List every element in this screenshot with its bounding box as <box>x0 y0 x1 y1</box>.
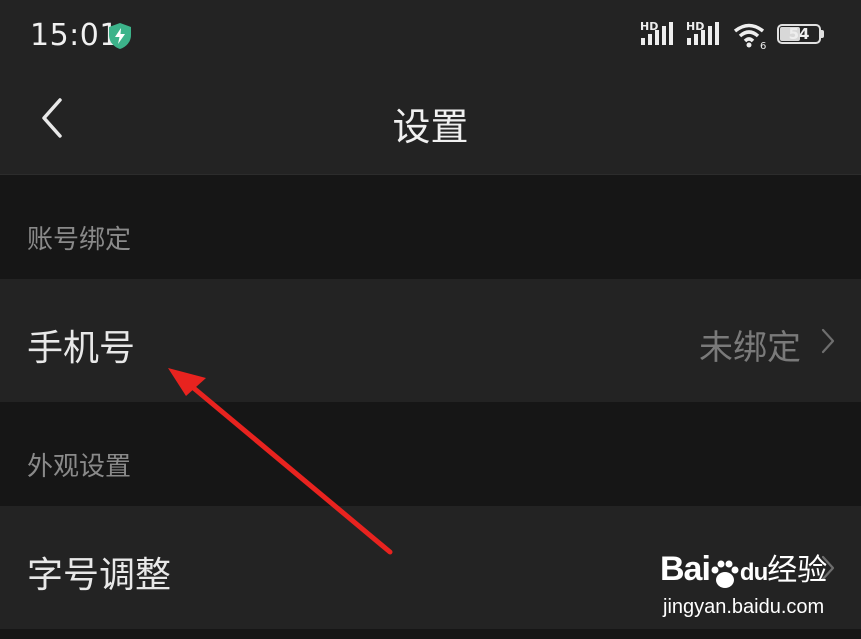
paw-icon <box>710 558 740 594</box>
watermark-logo-b: du <box>739 559 768 586</box>
battery-level: 54 <box>788 25 810 43</box>
wifi-icon: 6 <box>733 22 769 54</box>
chevron-right-icon <box>821 328 835 358</box>
battery-icon: 54 <box>777 24 824 46</box>
baidu-jingyan-watermark: Bai du经验 <box>660 545 827 594</box>
watermark-url: jingyan.baidu.com <box>663 596 825 618</box>
row-label: 手机号 <box>27 328 136 369</box>
section-header-label: 外观设置 <box>27 452 132 482</box>
page-title: 设置 <box>392 105 469 149</box>
status-time: 15:01 <box>30 18 119 53</box>
section-header-label: 账号绑定 <box>27 225 132 255</box>
settings-row-phone[interactable]: 手机号 未绑定 <box>0 279 861 402</box>
watermark-logo-cn: 经验 <box>767 553 828 588</box>
row-label: 字号调整 <box>27 555 172 596</box>
navigation-bar: 设置 <box>0 72 861 175</box>
section-header-account-binding: 账号绑定 <box>0 175 861 279</box>
wifi-badge: 6 <box>760 41 766 50</box>
row-value: 未绑定 <box>699 328 801 368</box>
status-bar: 15:01 HD HD 6 54 <box>0 0 861 72</box>
section-header-appearance: 外观设置 <box>0 402 861 506</box>
watermark-logo-a: Bai <box>660 550 711 588</box>
shield-bolt-icon <box>107 22 133 54</box>
